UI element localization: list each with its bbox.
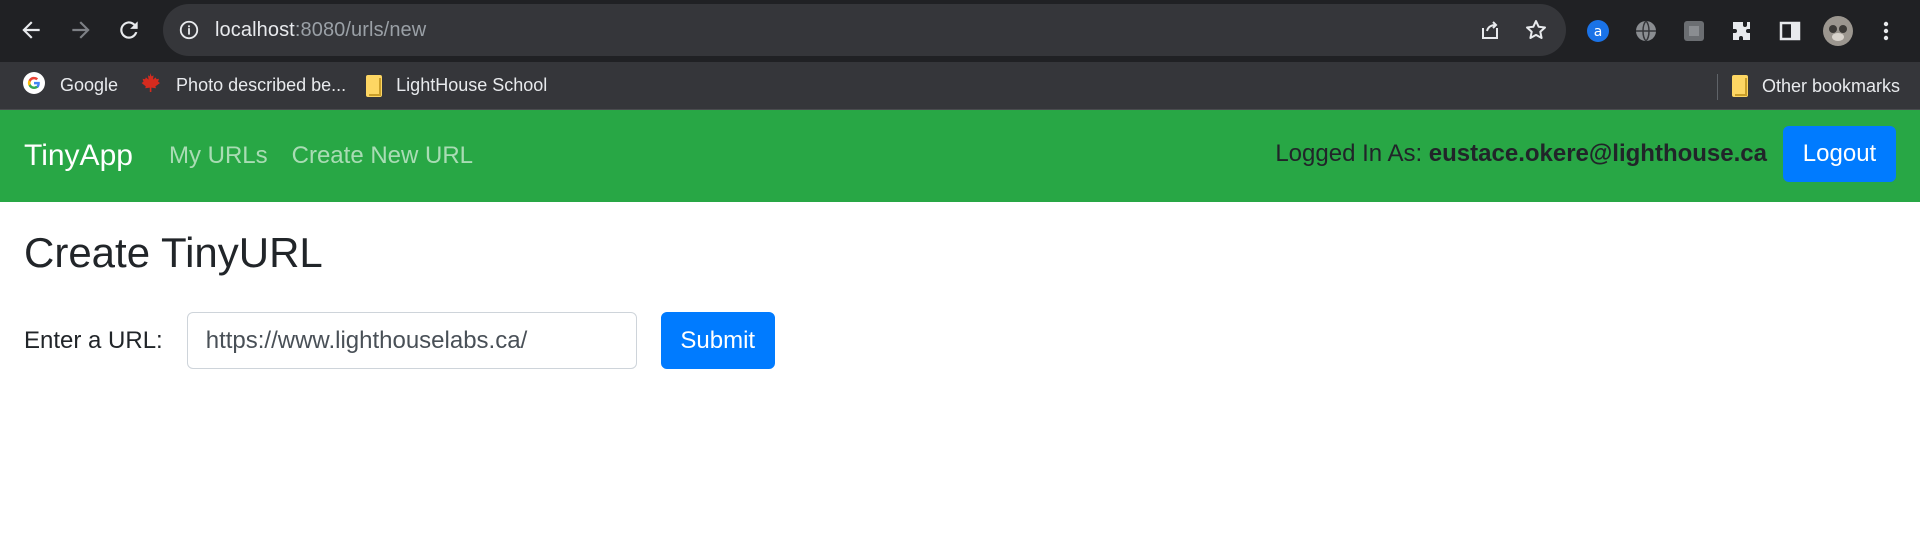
url-host: localhost bbox=[215, 18, 295, 41]
logout-button[interactable]: Logout bbox=[1783, 126, 1896, 182]
app-navbar: TinyApp My URLs Create New URL Logged In… bbox=[0, 110, 1920, 202]
globe-extension-icon[interactable] bbox=[1628, 13, 1664, 49]
profile-avatar-icon[interactable] bbox=[1820, 13, 1856, 49]
logged-in-prefix: Logged In As: bbox=[1275, 140, 1423, 167]
account-extension-icon[interactable]: a bbox=[1580, 13, 1616, 49]
chrome-menu-icon[interactable] bbox=[1868, 13, 1904, 49]
folder-icon bbox=[1731, 75, 1748, 97]
bookmark-label: Photo described be... bbox=[176, 75, 347, 95]
bookmark-label: Google bbox=[60, 75, 119, 95]
user-area: Logged In As: eustace.okere@lighthouse.c… bbox=[1275, 126, 1896, 182]
url-label: Enter a URL: bbox=[24, 326, 163, 354]
address-bar[interactable]: localhost:8080/urls/new bbox=[163, 4, 1566, 56]
url-path: :8080/urls/new bbox=[294, 18, 427, 41]
share-icon[interactable] bbox=[1472, 12, 1508, 48]
url-text: localhost:8080/urls/new bbox=[215, 19, 426, 42]
side-panel-icon[interactable] bbox=[1772, 13, 1808, 49]
gray-extension-icon[interactable] bbox=[1676, 13, 1712, 49]
brand-link[interactable]: TinyApp bbox=[24, 139, 133, 173]
submit-button[interactable]: Submit bbox=[660, 312, 775, 370]
bookmark-photo[interactable]: Photo described be... bbox=[128, 68, 356, 104]
nav-create-new-url[interactable]: Create New URL bbox=[292, 142, 473, 170]
site-info-icon[interactable] bbox=[177, 18, 201, 42]
other-bookmarks[interactable]: Other bookmarks bbox=[1722, 68, 1910, 104]
bookmarks-divider bbox=[1717, 74, 1718, 100]
bookmark-google[interactable]: Google bbox=[12, 68, 128, 104]
forward-arrow-icon[interactable] bbox=[64, 13, 98, 47]
folder-icon bbox=[366, 74, 383, 97]
main-content: Create TinyURL Enter a URL: Submit bbox=[0, 202, 1920, 370]
logged-in-text: Logged In As: eustace.okere@lighthouse.c… bbox=[1275, 140, 1767, 168]
page-title: Create TinyURL bbox=[24, 229, 323, 276]
create-url-form: Enter a URL: Submit bbox=[24, 312, 1896, 370]
google-icon bbox=[22, 71, 46, 100]
back-arrow-icon[interactable] bbox=[14, 13, 48, 47]
svg-text:a: a bbox=[1594, 24, 1603, 40]
other-bookmarks-label: Other bookmarks bbox=[1761, 75, 1900, 96]
bookmark-label: LightHouse School bbox=[396, 75, 548, 95]
maple-leaf-icon bbox=[138, 71, 162, 100]
bookmark-star-icon[interactable] bbox=[1518, 12, 1554, 48]
bookmark-lighthouse-folder[interactable]: LightHouse School bbox=[356, 68, 557, 104]
puzzle-icon[interactable] bbox=[1724, 13, 1760, 49]
nav-my-urls[interactable]: My URLs bbox=[169, 142, 268, 170]
reload-icon[interactable] bbox=[112, 13, 146, 47]
user-email: eustace.okere@lighthouse.ca bbox=[1428, 140, 1767, 167]
browser-toolbar: localhost:8080/urls/new a bbox=[0, 0, 1920, 62]
long-url-input[interactable] bbox=[186, 312, 637, 370]
bookmarks-bar: Google Photo described be... LightHouse … bbox=[0, 62, 1920, 110]
